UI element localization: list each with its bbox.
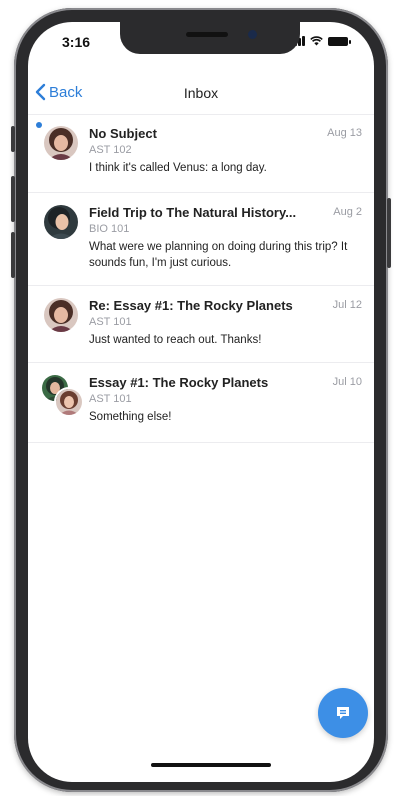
page-title: Inbox xyxy=(183,85,219,101)
compose-message-icon xyxy=(337,707,349,719)
message-item[interactable]: Re: Essay #1: The Rocky Planets Jul 12 A… xyxy=(28,286,374,363)
message-subject: Essay #1: The Rocky Planets xyxy=(89,375,269,390)
message-item[interactable]: Essay #1: The Rocky Planets Jul 10 AST 1… xyxy=(28,363,374,443)
power-button xyxy=(387,198,391,268)
message-date: Jul 12 xyxy=(332,299,362,311)
compose-button[interactable] xyxy=(318,688,368,738)
message-date: Jul 10 xyxy=(332,376,362,388)
message-preview: Something else! xyxy=(89,411,172,423)
message-preview: Just wanted to reach out. Thanks! xyxy=(89,334,262,346)
battery-icon xyxy=(328,36,351,46)
notch xyxy=(120,22,300,54)
message-subject: Field Trip to The Natural History... xyxy=(89,205,297,220)
message-date: Aug 13 xyxy=(327,127,362,139)
navigation-bar: Back Inbox xyxy=(28,74,374,115)
message-course: BIO 101 xyxy=(89,223,130,235)
message-list: No Subject Aug 13 AST 102 I think it's c… xyxy=(28,114,374,443)
message-preview: What were we planning on doing during th… xyxy=(89,241,348,269)
message-preview: I think it's called Venus: a long day. xyxy=(89,162,267,174)
message-date: Aug 2 xyxy=(333,206,362,218)
speaker-grille xyxy=(186,32,228,37)
message-subject: Re: Essay #1: The Rocky Planets xyxy=(89,298,293,313)
wifi-icon xyxy=(310,36,323,46)
message-course: AST 101 xyxy=(89,393,132,405)
home-indicator[interactable] xyxy=(151,763,271,767)
avatar xyxy=(44,205,78,239)
avatar xyxy=(44,298,78,332)
avatar xyxy=(54,387,84,417)
status-time: 3:16 xyxy=(62,34,91,50)
volume-down-button xyxy=(11,232,15,278)
message-course: AST 102 xyxy=(89,144,132,156)
volume-up-button xyxy=(11,176,15,222)
silent-switch xyxy=(11,126,15,152)
message-item[interactable]: No Subject Aug 13 AST 102 I think it's c… xyxy=(28,114,374,193)
phone-screen: 3:16 Back Inbox No Subject Aug 13 AST 10… xyxy=(28,22,374,782)
message-course: AST 101 xyxy=(89,316,132,328)
front-camera xyxy=(248,30,257,39)
message-item[interactable]: Field Trip to The Natural History... Aug… xyxy=(28,193,374,286)
message-subject: No Subject xyxy=(89,126,157,141)
avatar xyxy=(44,126,78,160)
